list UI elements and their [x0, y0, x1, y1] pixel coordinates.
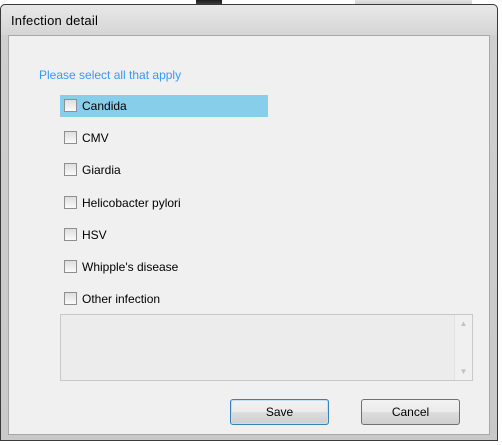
option-whipples-disease[interactable]: Whipple's disease: [60, 256, 268, 278]
giardia-checkbox[interactable]: [64, 163, 77, 176]
candida-checkbox[interactable]: [64, 99, 77, 112]
scroll-down-arrow-icon[interactable]: ▼: [455, 363, 472, 380]
option-label: Candida: [82, 99, 127, 113]
title-bar[interactable]: Infection detail: [1, 5, 497, 35]
option-hsv[interactable]: HSV: [60, 224, 268, 246]
option-label: CMV: [82, 131, 109, 145]
option-candida[interactable]: Candida: [60, 95, 268, 117]
infection-detail-dialog: Infection detail Please select all that …: [0, 4, 498, 441]
vertical-scrollbar[interactable]: ▲ ▼: [454, 315, 472, 380]
other-infection-checkbox[interactable]: [64, 292, 77, 305]
whipples-disease-checkbox[interactable]: [64, 260, 77, 273]
hsv-checkbox[interactable]: [64, 228, 77, 241]
option-label: Other infection: [82, 292, 161, 306]
option-helicobacter-pylori[interactable]: Helicobacter pylori: [60, 192, 268, 214]
option-label: Whipple's disease: [82, 260, 179, 274]
window-title: Infection detail: [11, 13, 99, 28]
cancel-button[interactable]: Cancel: [361, 399, 460, 425]
option-other-infection[interactable]: Other infection: [60, 288, 268, 310]
other-infection-textarea[interactable]: ▲ ▼: [60, 314, 473, 381]
option-giardia[interactable]: Giardia: [60, 159, 268, 181]
instruction-label: Please select all that apply: [39, 68, 182, 82]
option-label: HSV: [82, 228, 107, 242]
dialog-content: Please select all that apply Candida CMV…: [8, 35, 490, 435]
save-button[interactable]: Save: [230, 399, 329, 425]
helicobacter-pylori-checkbox[interactable]: [64, 196, 77, 209]
option-label: Helicobacter pylori: [82, 196, 181, 210]
scroll-up-arrow-icon[interactable]: ▲: [455, 315, 472, 332]
cmv-checkbox[interactable]: [64, 131, 77, 144]
option-cmv[interactable]: CMV: [60, 127, 268, 149]
option-label: Giardia: [82, 163, 121, 177]
